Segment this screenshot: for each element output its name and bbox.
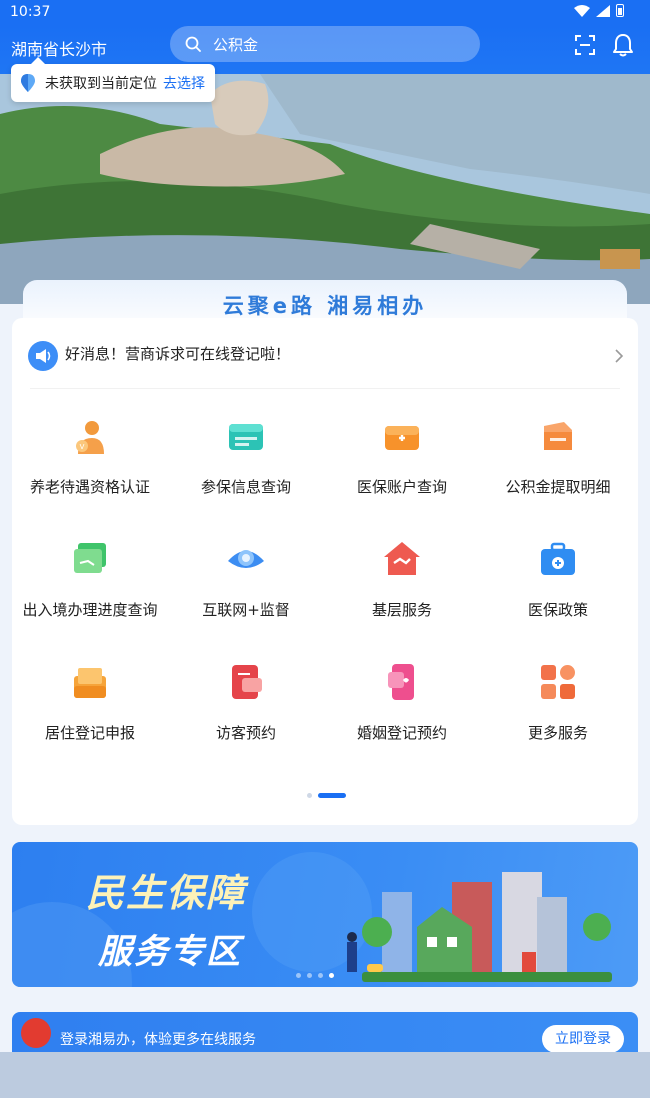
pension-worker-icon: V xyxy=(76,421,104,454)
service-item[interactable]: 出入境办理进度查询 xyxy=(12,531,168,641)
promo-banner[interactable]: 民生保障 服务专区 xyxy=(12,842,638,987)
banner-title: 民生保障 xyxy=(86,871,247,915)
banner-dot[interactable] xyxy=(318,973,323,978)
wifi-icon xyxy=(574,4,590,17)
medical-wallet-icon xyxy=(385,426,419,450)
service-item[interactable]: 更多服务 xyxy=(480,654,636,764)
page-dot-active[interactable] xyxy=(318,793,346,798)
app-logo xyxy=(21,1018,51,1048)
chevron-right-icon xyxy=(615,349,624,363)
services-card: 好消息！营商诉求可在线登记啦！ V 养老待遇资格认证 参保信息查询 医保账户查询… xyxy=(12,318,638,825)
page-indicator xyxy=(307,793,346,798)
service-label: 更多服务 xyxy=(527,724,588,742)
signal-icon xyxy=(596,4,610,17)
location-popup: 未获取到当前定位 去选择 xyxy=(11,57,215,102)
battery-icon xyxy=(616,4,624,17)
service-label: 互联网+监督 xyxy=(202,601,290,619)
service-item[interactable]: 访客预约 xyxy=(168,654,324,764)
service-item[interactable]: V 养老待遇资格认证 xyxy=(12,408,168,518)
service-item[interactable]: 基层服务 xyxy=(324,531,480,641)
house-handshake-icon xyxy=(384,542,420,575)
city-selector[interactable]: 湖南省长沙市 xyxy=(11,36,107,60)
service-label: 婚姻登记预约 xyxy=(356,724,447,742)
notice-bar[interactable]: 好消息！营商诉求可在线登记啦！ xyxy=(12,328,638,386)
passport-icon xyxy=(74,543,106,573)
city-illustration xyxy=(347,872,612,982)
service-item[interactable]: 医保账户查询 xyxy=(324,408,480,518)
status-time: 10:37 xyxy=(10,4,51,20)
hero-image xyxy=(0,74,650,304)
choose-location-link[interactable]: 去选择 xyxy=(163,73,205,93)
service-item[interactable]: 居住登记申报 xyxy=(12,654,168,764)
banner-subtitle: 服务专区 xyxy=(98,932,242,972)
service-label: 访客预约 xyxy=(215,724,276,742)
grid-more-icon xyxy=(541,665,575,699)
service-item[interactable]: 婚姻登记预约 xyxy=(324,654,480,764)
search-placeholder: 公积金 xyxy=(213,35,259,54)
service-label: 出入境办理进度查询 xyxy=(22,601,158,619)
speaker-icon xyxy=(28,341,58,371)
hero-landscape xyxy=(0,74,650,304)
location-message: 未获取到当前定位 xyxy=(45,76,157,92)
service-label: 公积金提取明细 xyxy=(505,478,611,496)
service-label: 参保信息查询 xyxy=(200,478,291,496)
medical-kit-icon xyxy=(541,542,575,575)
page-dot[interactable] xyxy=(307,793,312,798)
service-item[interactable]: 医保政策 xyxy=(480,531,636,641)
banner-dot[interactable] xyxy=(296,973,301,978)
service-label: 医保账户查询 xyxy=(356,478,447,496)
service-item[interactable]: 公积金提取明细 xyxy=(480,408,636,518)
login-prompt-text: 登录湘易办，体验更多在线服务 xyxy=(60,1032,256,1048)
fund-folder-icon xyxy=(544,422,572,450)
service-label: 基层服务 xyxy=(371,601,432,619)
search-bar[interactable]: 公积金 xyxy=(170,26,480,62)
visitor-card-icon xyxy=(232,665,262,699)
location-pin-icon xyxy=(21,74,35,92)
login-prompt-bar: 登录湘易办，体验更多在线服务 立即登录 xyxy=(12,1012,638,1054)
insurance-card-icon xyxy=(229,424,263,450)
status-icons xyxy=(574,4,624,17)
status-bar: 10:37 xyxy=(0,0,650,26)
service-item[interactable]: 互联网+监督 xyxy=(168,531,324,641)
banner-dot-active[interactable] xyxy=(329,973,334,978)
eye-icon xyxy=(228,550,264,568)
service-label: 居住登记申报 xyxy=(44,724,135,742)
service-label: 医保政策 xyxy=(527,601,588,619)
scan-icon[interactable] xyxy=(574,34,596,56)
service-item[interactable]: 参保信息查询 xyxy=(168,408,324,518)
svg-text:V: V xyxy=(80,443,85,451)
system-navigation-bar xyxy=(0,1052,650,1098)
bell-icon[interactable] xyxy=(612,33,634,57)
residence-box-icon xyxy=(74,668,106,698)
service-label: 养老待遇资格认证 xyxy=(29,478,150,496)
marriage-phone-icon xyxy=(388,664,414,700)
search-icon xyxy=(185,36,201,52)
divider xyxy=(30,388,620,389)
banner-dot[interactable] xyxy=(307,973,312,978)
banner-indicator xyxy=(296,973,334,978)
notice-text: 好消息！营商诉求可在线登记啦！ xyxy=(65,345,291,363)
login-button[interactable]: 立即登录 xyxy=(542,1025,624,1053)
slogan-text: 云聚e路 湘易相办 xyxy=(222,294,428,318)
